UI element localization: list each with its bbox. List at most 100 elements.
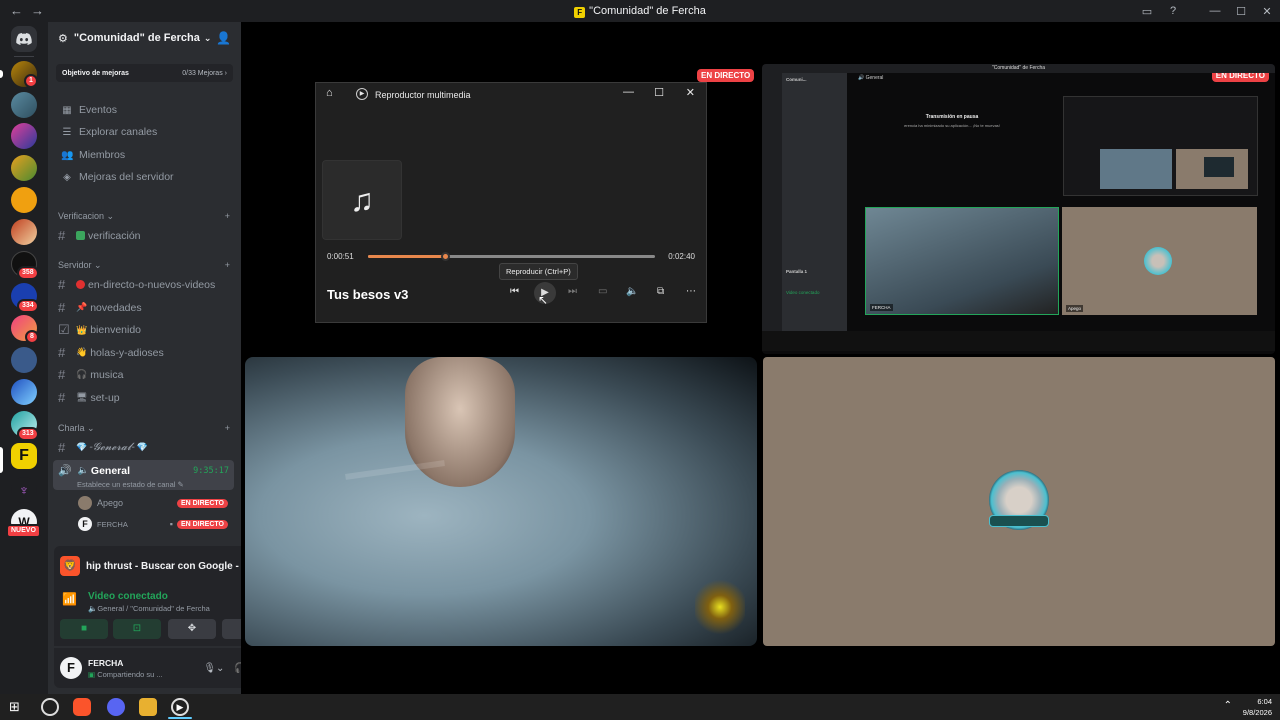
nested-paused-title: Transmisión en pausa [925, 114, 979, 120]
speaker-icon: 🔈 [88, 604, 98, 613]
inbox-icon[interactable]: ▭ [1134, 5, 1160, 18]
clock[interactable]: 6:04 9/8/2026 [1243, 696, 1272, 718]
video-tile-fercha[interactable] [245, 357, 757, 646]
server-icon-10[interactable] [11, 347, 37, 373]
title-bar: ←→ F "Comunidad" de Fercha ▭ ? — ☐ ✕ [0, 0, 1280, 22]
windows-start-icon[interactable]: ⊞ [9, 699, 20, 715]
player-app-title: Reproductor multimedia [375, 90, 471, 100]
menu-label: Eventos [79, 104, 117, 116]
miniplayer-icon[interactable]: ⧉ [657, 286, 664, 297]
channel-en-directo[interactable]: # en-directo-o-nuevos-videos [58, 277, 215, 292]
menu-boosts[interactable]: ◈ Mejoras del servidor [61, 171, 174, 183]
video-tile-apego[interactable] [763, 357, 1275, 646]
channel-novedades[interactable]: # 📌 novedades [58, 300, 142, 315]
discord-icon[interactable] [107, 698, 125, 716]
voice-user-fercha[interactable]: F FERCHA ▪ EN DIRECTO [78, 517, 228, 531]
category-servidor[interactable]: Servidor ⌄ + [58, 260, 230, 271]
close-button[interactable]: ✕ [1254, 5, 1280, 18]
nested-inner-video [1100, 149, 1172, 189]
category-verificacion[interactable]: Verificacion ⌄ + [58, 211, 230, 222]
nested-inner-screen [1063, 96, 1258, 196]
nested-sidebar: Comuni... Pantalla 1 Video conectado [782, 73, 847, 331]
server-icon-6[interactable] [11, 219, 37, 245]
hash-icon: # [58, 345, 66, 360]
pencil-icon[interactable]: ✎ [178, 480, 184, 489]
server-icon-fercha[interactable]: F [11, 443, 37, 469]
boost-icon: ◈ [63, 171, 71, 183]
user-avatar[interactable]: F [60, 657, 82, 679]
seek-bar[interactable] [368, 252, 655, 261]
server-header[interactable]: ⚙ "Comunidad" de Fercha ⌄ 👤 [48, 22, 241, 54]
channel-bienvenido[interactable]: ☑ 👑 bienvenido [58, 322, 141, 338]
channel-verificacion[interactable]: # verificación [58, 228, 141, 243]
channel-status[interactable]: Establece un estado de canal [77, 480, 175, 489]
server-icon-4[interactable] [11, 155, 37, 181]
add-channel-icon[interactable]: + [225, 211, 230, 222]
hash-icon: # [58, 367, 66, 382]
screen-share-button[interactable]: ⊡ [113, 619, 161, 639]
channel-setup[interactable]: # 🖥 set-up [58, 390, 120, 405]
activities-button[interactable]: ✥ [168, 619, 216, 639]
player-titlebar: ⌂ ▶ Reproductor multimedia — ☐ ✕ [316, 83, 706, 105]
headphones-icon: 🎧 [76, 369, 88, 379]
add-channel-icon[interactable]: + [225, 260, 230, 271]
tray-chevron-icon[interactable]: ⌃ [1224, 700, 1232, 711]
mic-icon[interactable]: 🎙⌄ [203, 663, 224, 674]
clock-time: 6:04 [1257, 697, 1272, 706]
minimize-button[interactable]: — [623, 86, 634, 98]
chrome-icon[interactable] [41, 698, 59, 716]
play-tooltip: Reproducir (Ctrl+P) [499, 263, 578, 280]
home-icon[interactable]: ⌂ [326, 87, 333, 99]
maximize-button[interactable]: ☐ [654, 86, 664, 99]
add-channel-icon[interactable]: + [225, 423, 230, 434]
new-badge: NUEVO [6, 524, 41, 538]
server-icon-3[interactable] [11, 123, 37, 149]
mention-badge: 8 [25, 330, 39, 344]
previous-icon[interactable]: ⏮ [510, 286, 519, 297]
voice-status[interactable]: Video conectado [88, 591, 168, 602]
channel-musica[interactable]: # 🎧 musica [58, 367, 123, 382]
live-badge: EN DIRECTO [176, 498, 228, 508]
camera-icon: ▪ [169, 519, 173, 529]
more-options-icon[interactable]: ⋯ [686, 286, 696, 297]
channel-general-voice[interactable]: 🔊 🔈 General 9:35:17 Establece un estado … [53, 460, 234, 490]
file-explorer-icon[interactable] [139, 698, 157, 716]
menu-explore[interactable]: ☰ Explorar canales [61, 126, 158, 138]
voice-user-apego[interactable]: Apego EN DIRECTO [78, 496, 228, 510]
server-icon-14[interactable]: ♆ [11, 477, 37, 503]
voice-location[interactable]: 🔈General / "Comunidad" de Fercha [88, 604, 210, 613]
close-button[interactable]: ✕ [686, 86, 695, 99]
server-icon-5[interactable] [11, 187, 37, 213]
maximize-button[interactable]: ☐ [1228, 5, 1254, 18]
user-name: FERCHA [88, 657, 124, 668]
boost-goal[interactable]: Objetivo de mejoras 0/33 Mejoras › [56, 64, 233, 82]
menu-label: Mejoras del servidor [79, 171, 174, 183]
category-charla[interactable]: Charla ⌄ + [58, 423, 230, 434]
hash-icon: # [58, 277, 66, 292]
next-icon[interactable]: ⏭ [568, 286, 577, 297]
invite-icon[interactable]: 👤 [216, 31, 231, 45]
screen-share-icon: ▣ [88, 669, 96, 679]
members-icon: 👥 [61, 149, 74, 161]
brave-icon[interactable] [73, 698, 91, 716]
nested-screen-share[interactable]: EN DIRECTO "Comunidad" de Fercha Comuni.… [762, 64, 1275, 354]
channel-general-text[interactable]: # 💎 -𝓖𝓮𝓷𝓮𝓻𝓪𝓵- 💎 [58, 440, 148, 455]
channel-holas[interactable]: # 👋 holas-y-adioses [58, 345, 164, 360]
voice-speaker-icon: 🔊 [58, 465, 72, 477]
discord-home-icon[interactable] [11, 26, 37, 52]
subtitles-icon[interactable]: ▭ [598, 286, 607, 297]
server-name: "Comunidad" de Fercha [73, 32, 200, 44]
seek-thumb[interactable] [441, 252, 451, 261]
menu-members[interactable]: 👥 Miembros [61, 149, 125, 161]
pin-icon: 📌 [76, 302, 88, 312]
boost-progress: 0/33 Mejoras [182, 69, 223, 77]
minimize-button[interactable]: — [1202, 5, 1228, 17]
server-icon-11[interactable] [11, 379, 37, 405]
media-player-icon[interactable]: ▶ [171, 698, 189, 716]
camera-button[interactable]: ■ [60, 619, 108, 639]
server-icon-2[interactable] [11, 92, 37, 118]
volume-icon[interactable]: 🔈 [626, 286, 638, 297]
lamp-glow [695, 577, 745, 637]
menu-events[interactable]: ▦ Eventos [61, 104, 117, 116]
help-icon[interactable]: ? [1160, 5, 1186, 17]
